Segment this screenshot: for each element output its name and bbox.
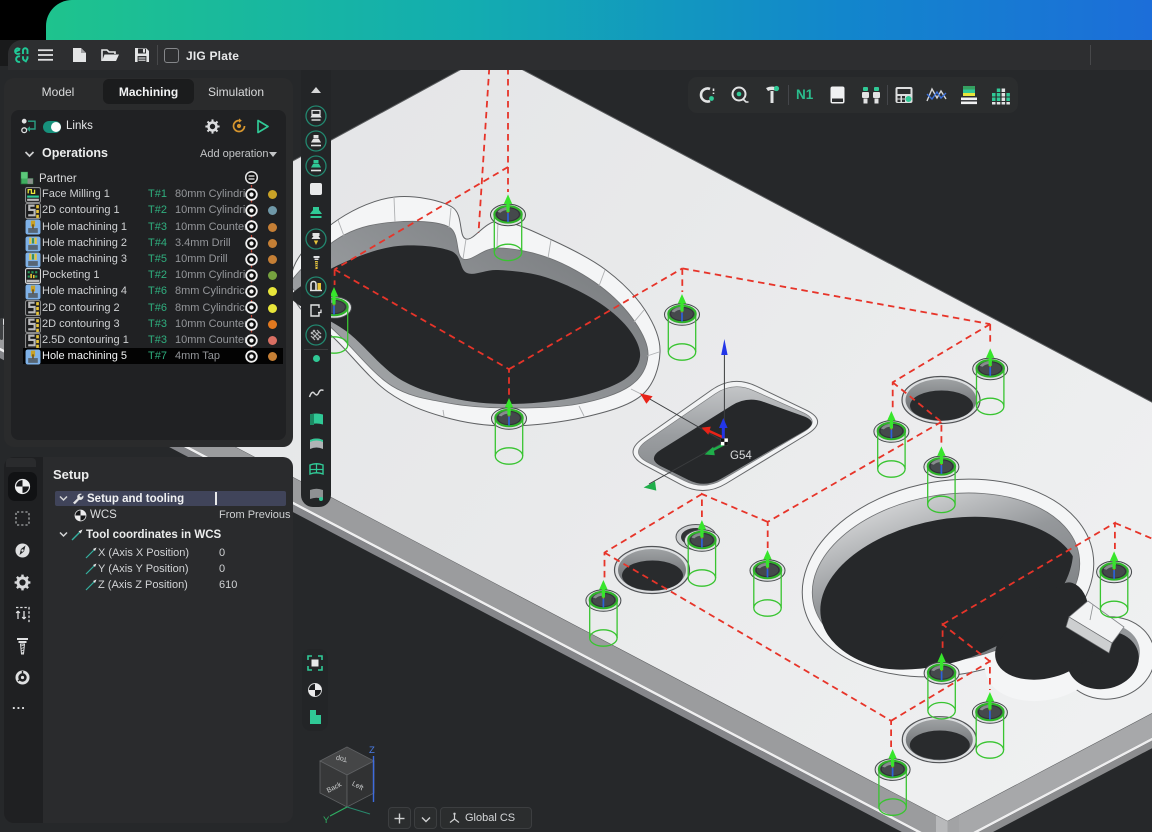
svg-text:Y: Y — [323, 815, 330, 826]
svg-text:Z: Z — [369, 745, 375, 756]
svg-text:Top: Top — [336, 754, 348, 762]
svg-text:G54: G54 — [730, 450, 752, 462]
